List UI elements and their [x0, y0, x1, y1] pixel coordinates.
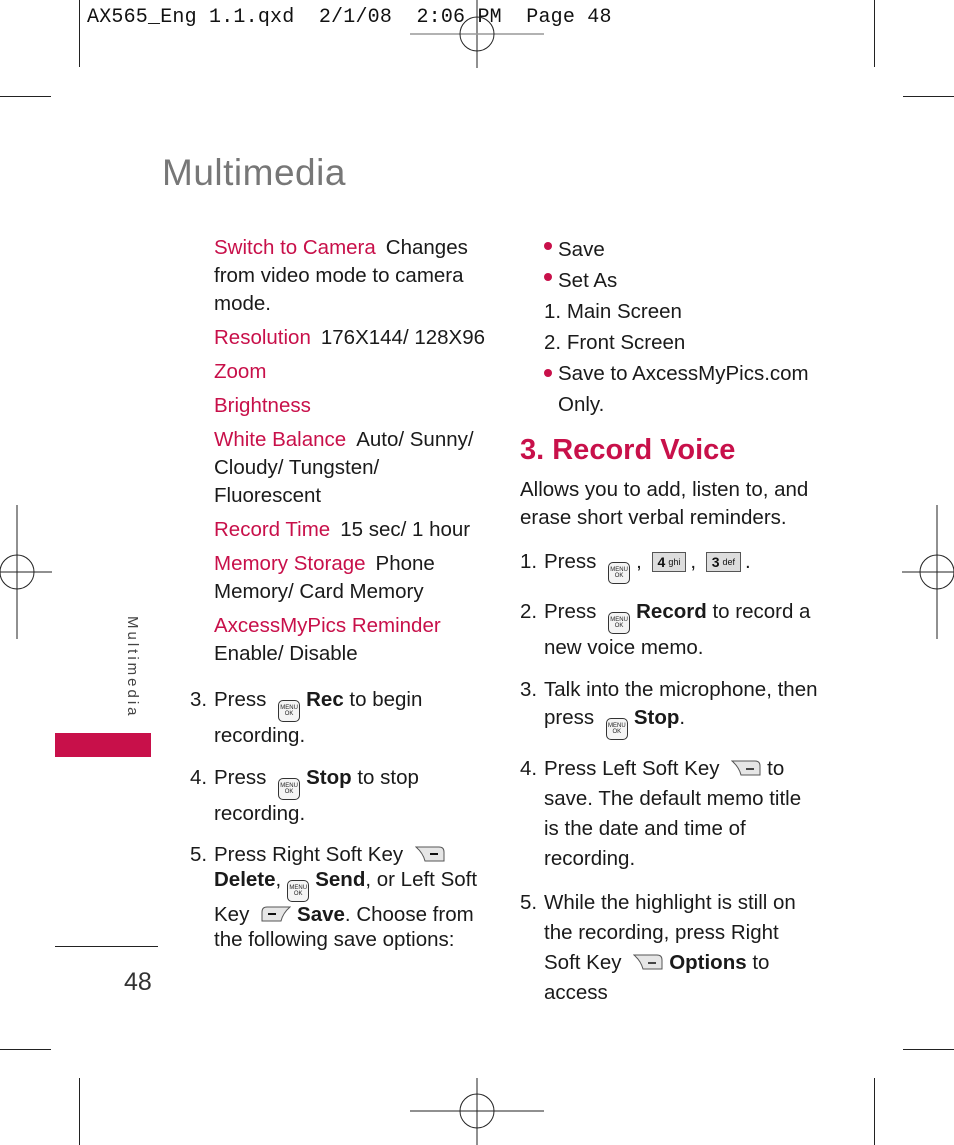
- section-title: 3. Record Voice: [520, 434, 736, 466]
- step-item: 5. While the highlight is still on the r…: [520, 888, 820, 1008]
- save-option-item: Set As: [544, 265, 820, 296]
- footer-rule: [55, 946, 158, 947]
- option-item: Resolution 176X144/ 128X96: [214, 324, 490, 352]
- step-action: Rec: [306, 688, 344, 711]
- save-option-item: 2. Front Screen: [544, 331, 686, 354]
- step-number: 5.: [190, 843, 208, 866]
- crop-mark: [874, 1078, 875, 1145]
- step-action: Options: [669, 951, 747, 974]
- step-item: 3. Talk into the microphone, then press …: [520, 676, 820, 740]
- option-item: Memory Storage Phone Memory/ Card Memory: [214, 550, 490, 606]
- step-item: 1. Press MENU OK, 4 ghi, 3 def.: [520, 548, 820, 584]
- crop-mark: [79, 1078, 80, 1145]
- registration-mark-left: [0, 505, 52, 639]
- step-action: Record: [636, 600, 707, 623]
- option-term: Switch to Camera: [214, 236, 376, 259]
- step-action: Delete: [214, 868, 276, 891]
- step-text: Press Left Soft Key: [544, 757, 726, 780]
- bullet-icon: [544, 242, 552, 250]
- step-action: Save: [297, 903, 345, 926]
- step-number: 3.: [520, 678, 538, 701]
- menu-ok-key-icon: MENU OK: [287, 880, 310, 902]
- option-desc: Enable/ Disable: [214, 642, 358, 665]
- crop-mark: [903, 96, 954, 97]
- step-text: Press: [214, 766, 273, 789]
- option-term: Resolution: [214, 326, 311, 349]
- menu-ok-key-icon: MENU OK: [608, 562, 631, 584]
- option-term: AxcessMyPics Reminder: [214, 614, 441, 637]
- registration-mark-top: [410, 0, 544, 68]
- crop-mark: [903, 1049, 954, 1050]
- option-item: Zoom: [214, 358, 490, 386]
- bullet-icon: [544, 273, 552, 281]
- menu-ok-key-icon: MENU OK: [278, 700, 301, 722]
- option-item: Brightness: [214, 392, 490, 420]
- step-text: Press Right Soft Key: [214, 843, 409, 866]
- save-option-item: 1. Main Screen: [544, 300, 682, 323]
- option-term: Brightness: [214, 394, 311, 417]
- step-number: 4.: [520, 757, 538, 780]
- page-title: Multimedia: [162, 152, 346, 193]
- step-item: 4. Press Left Soft Key to save. The defa…: [520, 754, 820, 874]
- key-3-icon: 3 def: [705, 552, 742, 572]
- crop-mark: [874, 0, 875, 67]
- registration-mark-bottom: [410, 1078, 544, 1145]
- step-action: Stop: [306, 766, 352, 789]
- step-number: 5.: [520, 891, 538, 914]
- registration-mark-right: [902, 505, 954, 639]
- step-number: 4.: [190, 766, 208, 789]
- menu-ok-key-icon: MENU OK: [605, 718, 628, 740]
- side-tab-bar: [55, 733, 151, 757]
- option-item: AxcessMyPics Reminder Enable/ Disable: [214, 612, 490, 668]
- option-term: Record Time: [214, 518, 331, 541]
- left-soft-key-icon: [261, 906, 292, 922]
- options-list: Switch to Camera Changes from video mode …: [214, 234, 490, 668]
- step-number: 1.: [520, 550, 538, 573]
- step-number: 2.: [520, 600, 538, 623]
- left-column: Switch to Camera Changes from video mode …: [190, 234, 490, 966]
- bullet-icon: [544, 369, 552, 377]
- step-action: Stop: [633, 706, 680, 729]
- step-text: Press: [544, 550, 603, 573]
- step-text: Press: [544, 600, 603, 623]
- page-number: 48: [124, 968, 152, 996]
- step-item: 4. Press MENU OK Stop to stop recording.: [190, 764, 490, 828]
- save-options-list: Save Set As 1. Main Screen 2. Front Scre…: [544, 234, 820, 420]
- step-item: 3. Press MENU OK Rec to begin recording.: [190, 686, 490, 750]
- option-term: Zoom: [214, 360, 267, 383]
- option-item: Switch to Camera Changes from video mode …: [214, 234, 490, 318]
- option-item: Record Time 15 sec/ 1 hour: [214, 516, 490, 544]
- step-text: Press: [214, 688, 273, 711]
- soft-key-icon: [731, 760, 761, 776]
- step-item: 2. Press MENU OK Record to record a new vo…: [520, 598, 820, 662]
- option-desc: 176X144/ 128X96: [320, 326, 486, 349]
- crop-mark: [79, 0, 80, 67]
- right-column: Save Set As 1. Main Screen 2. Front Scre…: [520, 234, 820, 1022]
- crop-mark: [0, 1049, 51, 1050]
- option-term: White Balance: [214, 428, 347, 451]
- side-tab-label: Multimedia: [124, 616, 141, 719]
- step-action: Send: [315, 868, 366, 891]
- save-option-item: Save to AxcessMyPics.com Only.: [544, 358, 820, 420]
- key-4-icon: 4 ghi: [651, 552, 687, 572]
- section-intro: Allows you to add, listen to, and erase …: [520, 478, 809, 529]
- right-soft-key-icon: [633, 954, 663, 970]
- option-item: White Balance Auto/ Sunny/ Cloudy/ Tungst…: [214, 426, 490, 510]
- menu-ok-key-icon: MENU OK: [608, 612, 631, 634]
- crop-mark: [0, 96, 51, 97]
- option-desc: 15 sec/ 1 hour: [340, 518, 471, 541]
- save-option-item: Save: [544, 234, 820, 265]
- step-item: 5. Press Right Soft Key Delete, MENU OK Sen…: [190, 843, 478, 951]
- menu-ok-key-icon: MENU OK: [278, 778, 301, 800]
- step-number: 3.: [190, 688, 208, 711]
- option-term: Memory Storage: [214, 552, 366, 575]
- right-soft-key-icon: [414, 846, 445, 862]
